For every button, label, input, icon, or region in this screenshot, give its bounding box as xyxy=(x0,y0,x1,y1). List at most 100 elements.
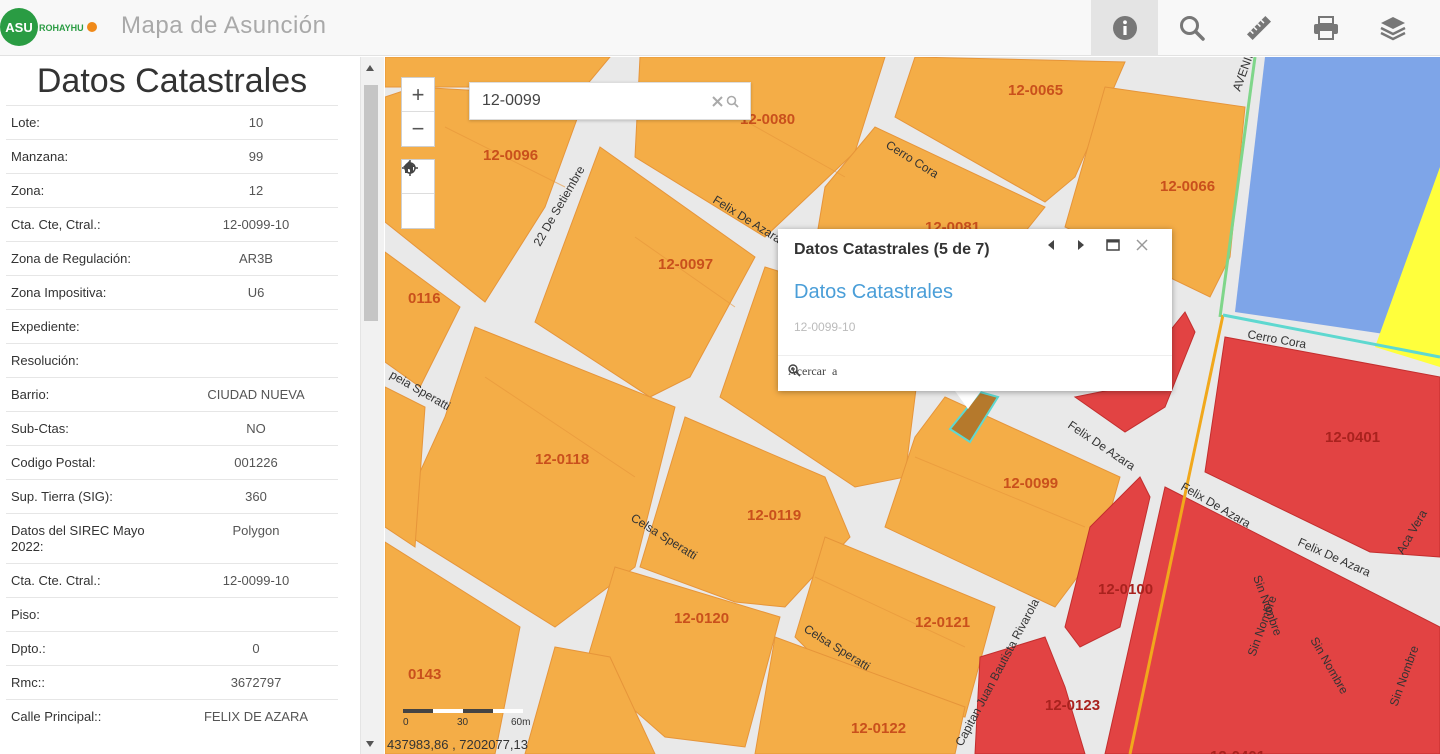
search-icon xyxy=(1179,16,1205,41)
attribute-label: Piso: xyxy=(11,607,40,622)
popup-parcel-code: 12-0099-10 xyxy=(794,320,856,334)
coordinates-readout: 437983,86 , 7202077,13 xyxy=(387,737,528,752)
app-logo[interactable]: ASU ROHAYHU xyxy=(0,6,102,48)
next-arrow-icon xyxy=(1078,240,1084,250)
attribute-label: Zona: xyxy=(11,183,45,198)
logo-text: ASU xyxy=(5,20,32,35)
block-label: 0116 xyxy=(408,290,441,307)
attribute-label: Datos del SIREC Mayo 2022: xyxy=(11,523,145,554)
attribute-row: Datos del SIREC Mayo 2022: Polygon xyxy=(6,513,338,563)
block-label: 12-0065 xyxy=(1008,82,1063,99)
map-canvas[interactable]: 12-009612-008012-006512-006612-008112-00… xyxy=(385,57,1440,754)
block-label: 12-0099 xyxy=(1003,475,1058,492)
attribute-value: NO xyxy=(246,421,266,436)
attribute-value: 12 xyxy=(248,183,264,198)
scroll-thumb[interactable] xyxy=(364,85,378,321)
attribute-label: Lote: xyxy=(11,115,40,130)
popup-next-button[interactable] xyxy=(1076,239,1096,259)
attribute-value: 3672797 xyxy=(230,675,282,690)
attribute-value: FELIX DE AZARA xyxy=(203,709,309,724)
zoom-out-button[interactable]: − xyxy=(402,112,434,146)
info-button[interactable] xyxy=(1091,0,1158,56)
app-header: ASU ROHAYHU Mapa de Asunción xyxy=(0,0,1440,56)
block-label: 12-0096 xyxy=(483,147,538,164)
search-button[interactable] xyxy=(1158,0,1225,56)
block-label: 12-0066 xyxy=(1160,178,1215,195)
block-label: 12-0119 xyxy=(747,507,801,524)
attribute-row: Dpto.: 0 xyxy=(6,631,338,665)
attribute-value: 12-0099-10 xyxy=(222,573,290,588)
locate-button[interactable] xyxy=(402,160,434,228)
maximize-icon xyxy=(1106,239,1120,251)
map-nav-controls xyxy=(401,159,435,229)
attribute-label: Cta. Cte, Ctral.: xyxy=(11,217,101,232)
popup-pointer xyxy=(955,391,981,409)
scroll-down-arrow-icon[interactable] xyxy=(366,741,374,747)
attribute-value: 99 xyxy=(248,149,264,164)
close-icon xyxy=(1136,239,1148,251)
popup-close-button[interactable] xyxy=(1136,239,1156,259)
attribute-label: Barrio: xyxy=(11,387,50,402)
attribute-label: Zona de Regulación: xyxy=(11,251,131,266)
attribute-label: Sub-Ctas: xyxy=(11,421,69,436)
print-button[interactable] xyxy=(1292,0,1359,56)
zoom-in-button[interactable]: + xyxy=(402,78,434,112)
block-label: 12-0401 xyxy=(1210,748,1265,754)
print-icon xyxy=(1313,16,1338,40)
map-view[interactable]: 12-0096 12-0080 12-0065 12-0066 12-0081 12-00… xyxy=(385,57,1440,754)
map-search-box xyxy=(469,82,751,120)
popup-divider xyxy=(778,355,1172,356)
block-label: 12-0097 xyxy=(658,256,713,273)
clear-search-icon[interactable] xyxy=(712,96,723,107)
info-popup: Datos Catastrales (5 de 7) Datos Catastr… xyxy=(778,229,1172,391)
attribute-value xyxy=(176,319,336,335)
block-label: 12-0100 xyxy=(1098,581,1153,598)
zoom-controls: + − xyxy=(401,77,435,147)
attribute-row: Expediente: xyxy=(6,309,338,343)
attribute-row: Calle Principal:: FELIX DE AZARA xyxy=(6,699,338,733)
attribute-value xyxy=(176,353,336,369)
popup-zoom-link[interactable]: Acercar a xyxy=(788,364,837,379)
layers-button[interactable] xyxy=(1359,0,1426,56)
attribute-value: U6 xyxy=(247,285,265,300)
block-label: 12-0122 xyxy=(851,720,906,737)
scale-label-30: 30 xyxy=(457,717,469,728)
zoom-to-icon xyxy=(788,364,801,377)
attribute-label: Zona Impositiva: xyxy=(11,285,107,300)
attribute-label: Manzana: xyxy=(11,149,69,164)
measure-button[interactable] xyxy=(1225,0,1292,56)
popup-prev-button[interactable] xyxy=(1046,239,1066,259)
block-label: 12-0123 xyxy=(1045,697,1100,714)
attributes-panel: Datos Catastrales Lote: 10 Manzana: 99 Zona:… xyxy=(0,57,360,754)
attribute-label: Calle Principal:: xyxy=(11,709,102,724)
attribute-row: Zona: 12 xyxy=(6,173,338,207)
scale-bar: 0 30 60m xyxy=(403,709,530,735)
attribute-value: Polygon xyxy=(232,523,280,538)
attribute-row: Cta. Cte. Ctral.: 12-0099-10 xyxy=(6,563,338,597)
block-label: 12-0401 xyxy=(1325,429,1380,446)
logo-brand: ROHAYHU xyxy=(39,23,84,33)
attribute-row: Barrio: CIUDAD NUEVA xyxy=(6,377,338,411)
scale-label-60: 60m xyxy=(511,717,531,728)
attribute-value: AR3B xyxy=(239,251,273,266)
measure-icon xyxy=(1246,15,1271,41)
attribute-table: Lote: 10 Manzana: 99 Zona: 12 Cta. Cte, Ctral.… xyxy=(6,105,338,733)
attribute-value: CIUDAD NUEVA xyxy=(207,387,305,402)
app-title: Mapa de Asunción xyxy=(121,12,327,39)
attribute-label: Sup. Tierra (SIG): xyxy=(11,489,113,504)
attribute-row: Manzana: 99 xyxy=(6,139,338,173)
attribute-row: Zona Impositiva: U6 xyxy=(6,275,338,309)
scroll-up-arrow-icon[interactable] xyxy=(366,65,374,71)
block-label: 12-0118 xyxy=(535,451,589,468)
locate-icon xyxy=(402,160,418,176)
attribute-value xyxy=(176,607,336,623)
map-search-input[interactable] xyxy=(482,92,702,110)
panel-scrollbar[interactable] xyxy=(360,57,384,754)
attribute-value: 360 xyxy=(245,489,267,504)
search-submit-icon[interactable] xyxy=(726,95,739,108)
popup-maximize-button[interactable] xyxy=(1106,239,1126,259)
attribute-label: Codigo Postal: xyxy=(11,455,96,470)
block-label: 0143 xyxy=(408,666,441,683)
info-icon xyxy=(1112,16,1137,40)
attribute-row: Piso: xyxy=(6,597,338,631)
